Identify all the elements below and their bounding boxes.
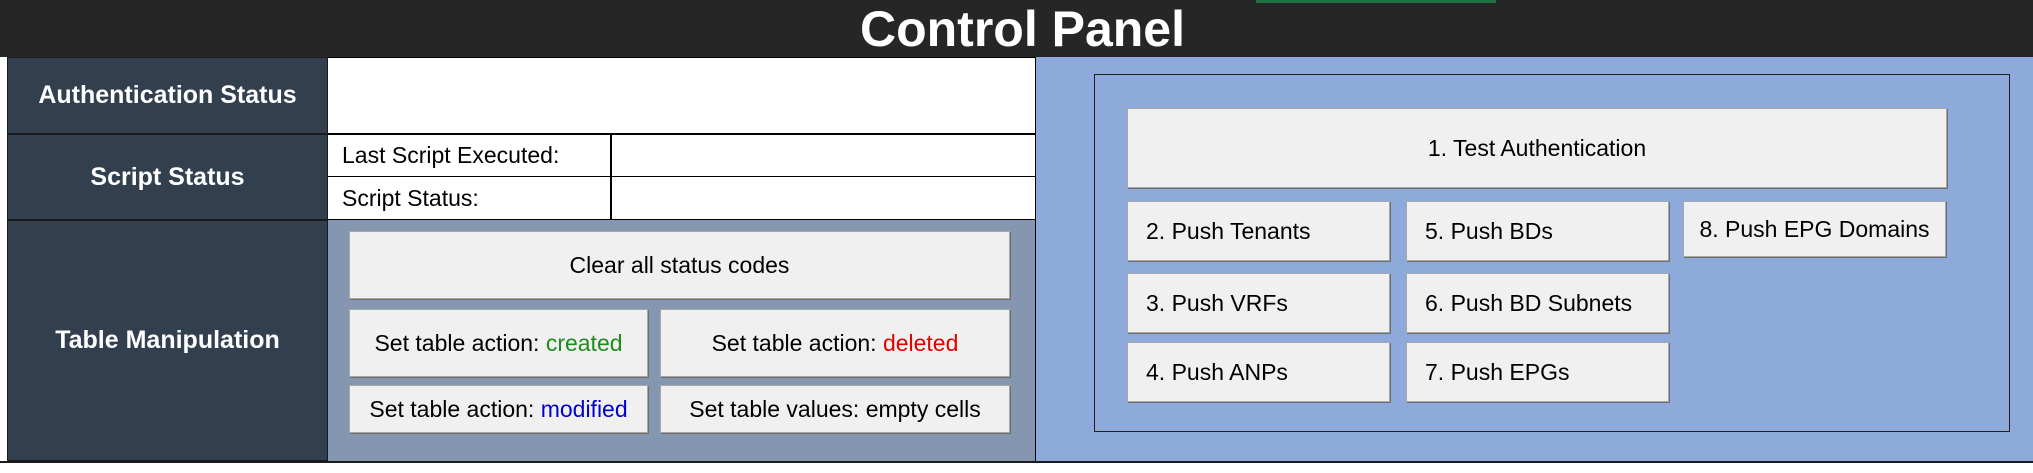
authentication-status-value[interactable] xyxy=(328,57,1036,134)
push-epg-domains-button[interactable]: 8. Push EPG Domains xyxy=(1683,201,1946,257)
page-title: Control Panel xyxy=(859,0,1186,57)
last-script-executed-value[interactable] xyxy=(611,134,1036,177)
clear-status-codes-label: Clear all status codes xyxy=(569,251,790,278)
set-action-created-value: created xyxy=(545,329,623,356)
last-script-executed-label: Last Script Executed: xyxy=(328,134,611,177)
push-bds-button[interactable]: 5. Push BDs xyxy=(1406,201,1669,261)
set-action-deleted-prefix: Set table action: xyxy=(711,329,883,356)
set-action-modified-prefix: Set table action: xyxy=(369,395,541,422)
set-action-modified-button[interactable]: Set table action: modified xyxy=(349,385,648,433)
set-action-modified-value: modified xyxy=(540,395,628,422)
set-action-deleted-value: deleted xyxy=(882,329,959,356)
clear-status-codes-button[interactable]: Clear all status codes xyxy=(349,231,1010,299)
set-action-created-prefix: Set table action: xyxy=(374,329,546,356)
push-tenants-button[interactable]: 2. Push Tenants xyxy=(1127,201,1390,261)
push-epgs-button[interactable]: 7. Push EPGs xyxy=(1406,342,1669,402)
push-anps-button[interactable]: 4. Push ANPs xyxy=(1127,342,1390,402)
set-action-created-button[interactable]: Set table action: created xyxy=(349,309,648,377)
push-vrfs-button[interactable]: 3. Push VRFs xyxy=(1127,273,1390,333)
table-manipulation-label: Table Manipulation xyxy=(7,220,328,461)
set-values-empty-cells-button[interactable]: Set table values: empty cells xyxy=(660,385,1010,433)
bottom-border xyxy=(0,461,2033,463)
script-status-field-label: Script Status: xyxy=(328,177,611,220)
push-bd-subnets-button[interactable]: 6. Push BD Subnets xyxy=(1406,273,1669,333)
authentication-status-label: Authentication Status xyxy=(7,57,328,134)
test-authentication-button[interactable]: 1. Test Authentication xyxy=(1127,108,1947,188)
script-status-label: Script Status xyxy=(7,134,328,220)
set-values-empty-cells-label: Set table values: empty cells xyxy=(689,395,981,422)
script-status-field-value[interactable] xyxy=(611,177,1036,220)
set-action-deleted-button[interactable]: Set table action: deleted xyxy=(660,309,1010,377)
